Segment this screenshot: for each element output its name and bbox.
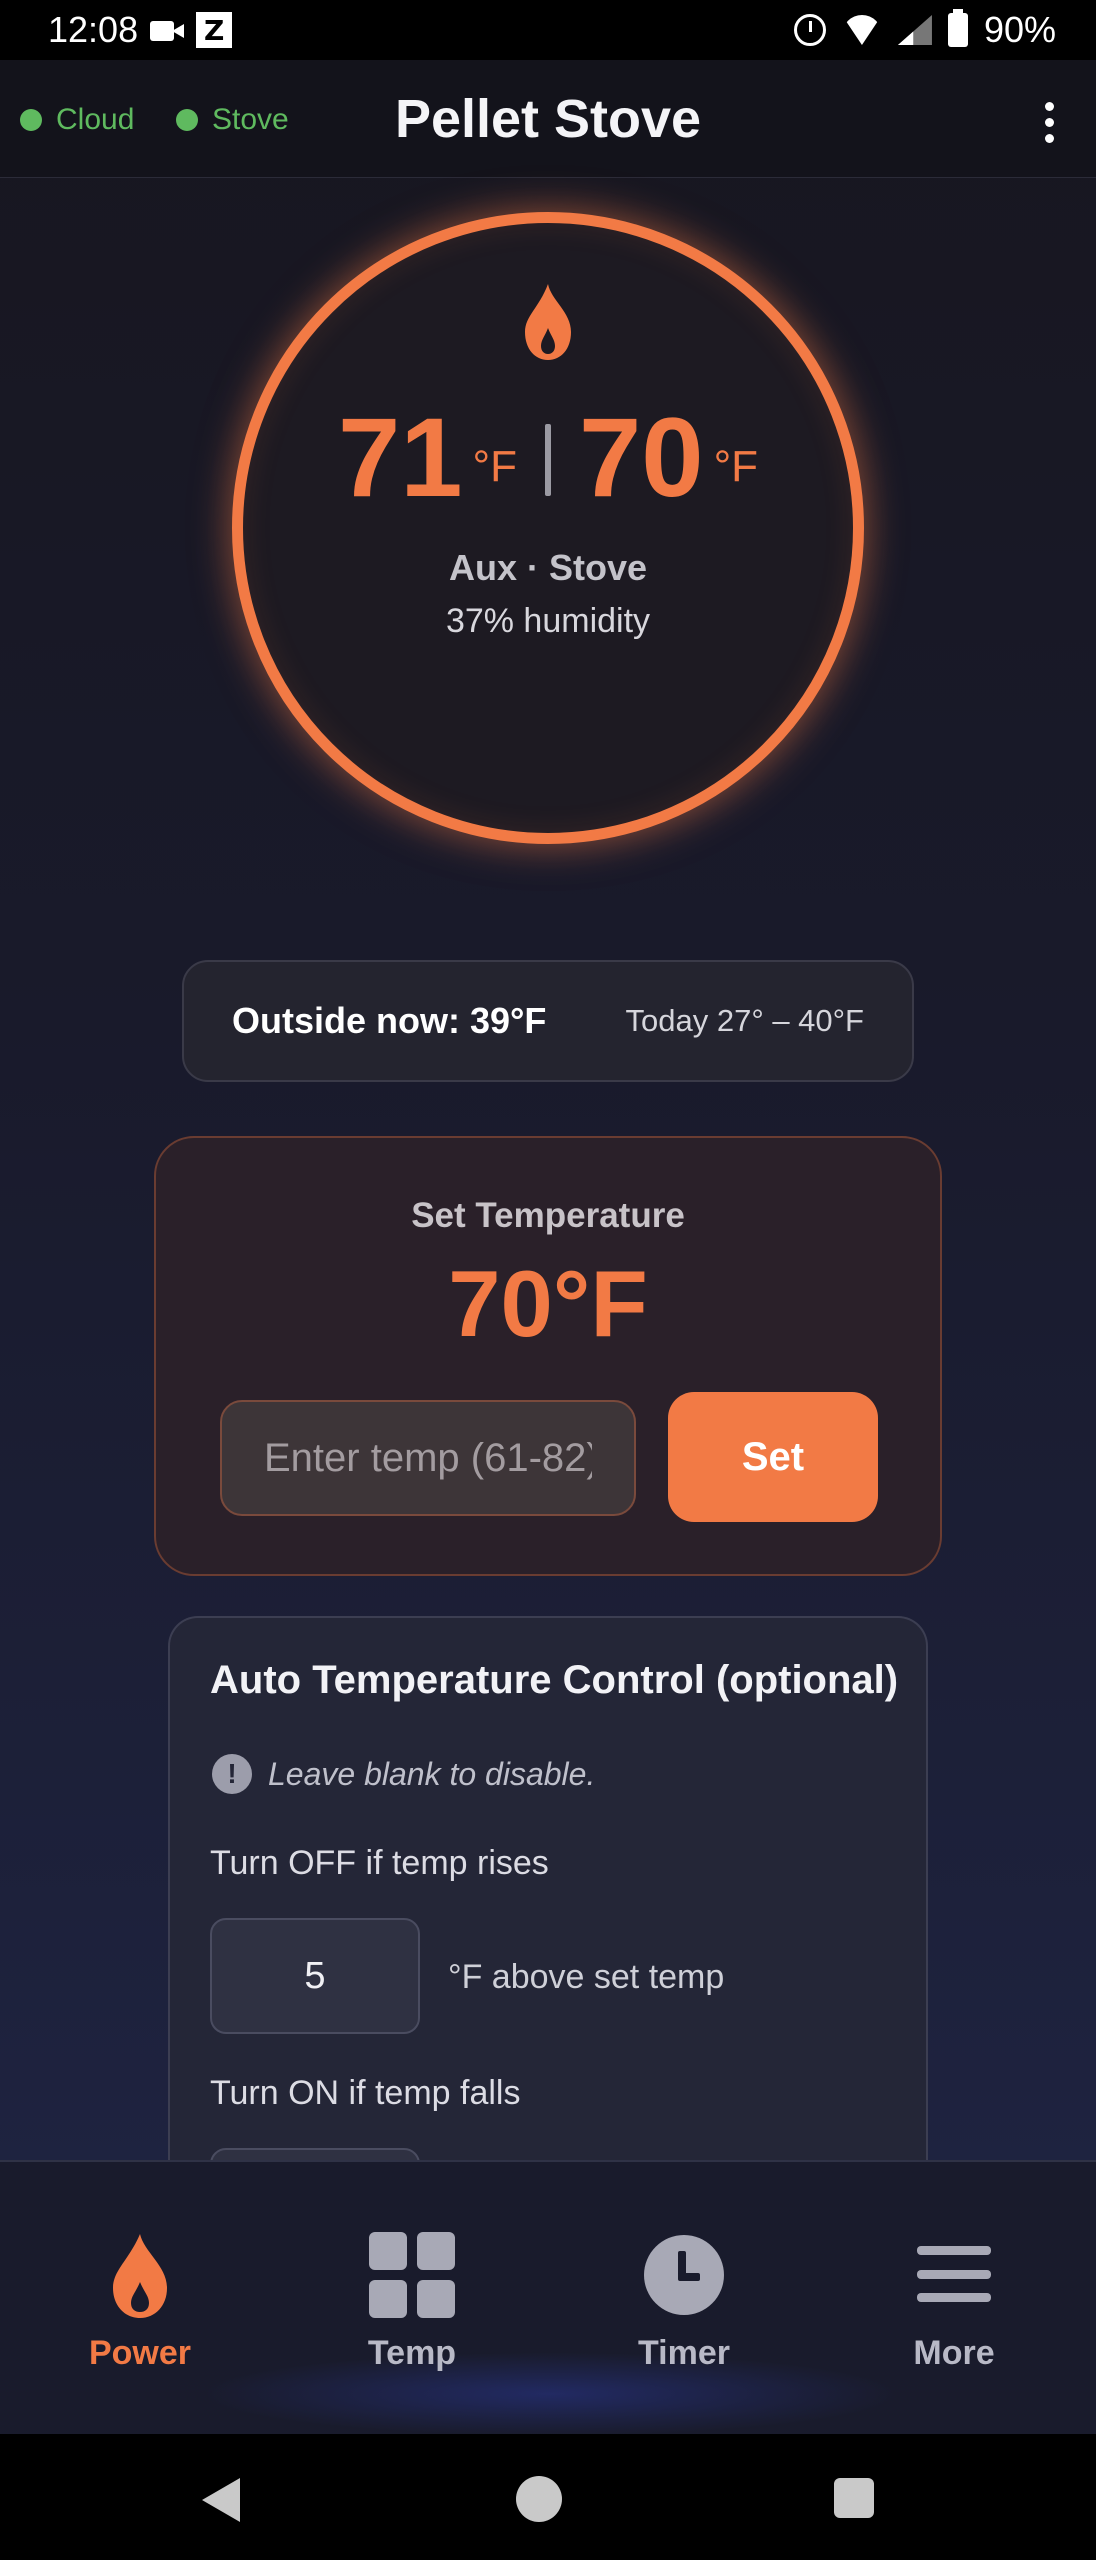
set-temperature-value: 70°F xyxy=(448,1251,648,1356)
clock-icon xyxy=(644,2235,724,2315)
bottom-navigation: Power Temp Timer More xyxy=(0,2160,1096,2436)
alarm-icon xyxy=(793,14,826,46)
flame-icon xyxy=(525,284,571,360)
nav-timer[interactable]: Timer xyxy=(584,2232,784,2373)
temp-source-label: Aux · Stove xyxy=(448,547,648,588)
turn-on-label: Turn ON if temp falls xyxy=(210,2074,521,2112)
nav-power[interactable]: Power xyxy=(40,2232,240,2373)
page-title: Pellet Stove xyxy=(394,89,702,149)
nav-more[interactable]: More xyxy=(854,2232,1054,2373)
auto-control-hint: ! Leave blank to disable. xyxy=(212,1754,595,1794)
set-temperature-input[interactable] xyxy=(220,1400,636,1516)
outside-weather-card: Outside now: 39°F Today 27° – 40°F xyxy=(182,960,914,1082)
aux-temp-value: 71 xyxy=(337,395,463,520)
set-temperature-label: Set Temperature xyxy=(411,1196,685,1235)
app-header: Cloud Stove Pellet Stove xyxy=(0,60,1096,178)
humidity-label: 37% humidity xyxy=(445,602,651,640)
turn-off-suffix: °F above set temp xyxy=(448,1958,725,1996)
home-icon[interactable] xyxy=(516,2476,562,2522)
auto-temperature-card: Auto Temperature Control (optional) ! Le… xyxy=(168,1616,928,2176)
system-navigation-bar xyxy=(0,2434,1096,2560)
nav-more-label: More xyxy=(913,2334,995,2372)
grid-icon xyxy=(369,2232,455,2318)
nav-glow xyxy=(200,2352,900,2436)
flame-icon xyxy=(113,2234,167,2318)
overflow-menu-button[interactable] xyxy=(1024,94,1074,150)
turn-off-threshold-input[interactable] xyxy=(210,1918,420,2034)
cell-signal-icon xyxy=(898,15,932,45)
stove-temp-value: 70 xyxy=(579,395,704,520)
nav-timer-label: Timer xyxy=(638,2334,730,2372)
back-icon[interactable] xyxy=(202,2478,240,2522)
auto-control-hint-text: Leave blank to disable. xyxy=(268,1755,596,1792)
auto-control-title: Auto Temperature Control (optional) xyxy=(210,1658,899,1702)
battery-percent: 90% xyxy=(983,9,1056,50)
aux-temp-unit: °F xyxy=(472,442,517,491)
recents-icon[interactable] xyxy=(834,2478,874,2518)
set-temperature-button[interactable]: Set xyxy=(668,1392,878,1522)
current-temps: 71 °F 70 °F xyxy=(232,402,864,514)
outside-now-text: Outside now: 39°F xyxy=(232,1000,547,1041)
video-camera-icon xyxy=(150,19,185,41)
battery-icon xyxy=(947,9,968,47)
set-temperature-card: Set Temperature 70°F Set xyxy=(154,1136,942,1576)
nav-temp-label: Temp xyxy=(367,2334,457,2372)
menu-lines-icon xyxy=(917,2246,991,2302)
outside-range-text: Today 27° – 40°F xyxy=(625,1003,865,1038)
app-screen: 12:08 Z 90% Cloud Stove Pellet Stove 71 … xyxy=(0,0,1096,2560)
z-app-icon: Z xyxy=(196,12,233,48)
more-vert-icon xyxy=(1044,101,1054,111)
turn-off-label: Turn OFF if temp rises xyxy=(210,1844,549,1882)
system-status-bar: 12:08 Z 90% xyxy=(0,0,1096,60)
status-time: 12:08 xyxy=(48,9,139,50)
stove-temp-unit: °F xyxy=(713,442,759,491)
nav-temp[interactable]: Temp xyxy=(312,2232,512,2373)
nav-power-label: Power xyxy=(88,2334,192,2372)
temp-divider xyxy=(545,424,551,496)
wifi-icon xyxy=(842,15,882,45)
info-icon: ! xyxy=(212,1754,252,1794)
